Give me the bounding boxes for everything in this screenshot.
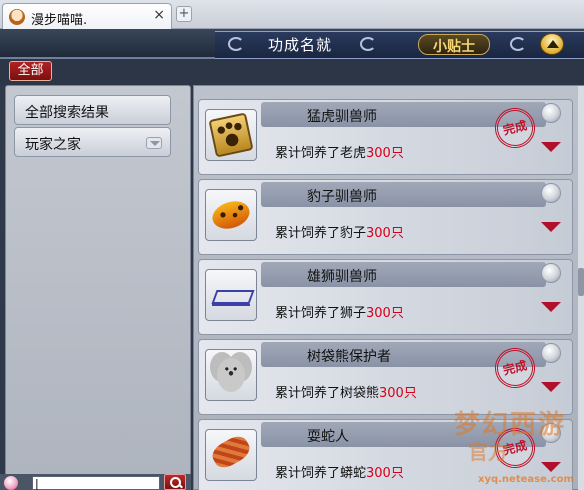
count-value: 300只 (366, 306, 404, 321)
pearl-icon[interactable] (541, 183, 561, 203)
game-header: 功成名就 小贴士 (0, 29, 584, 59)
description-text: 累计饲养了豹子 (275, 226, 367, 241)
achievement-row[interactable]: 豹子驯兽师 累计饲养了豹子300只 (198, 179, 573, 255)
new-tab-button[interactable]: + (176, 6, 192, 22)
item-icon-frame (205, 349, 257, 401)
search-input[interactable]: | (32, 476, 160, 490)
achievement-description: 累计饲养了树袋熊300只 (275, 382, 417, 401)
swirl-ornament-icon (510, 37, 526, 51)
cat-avatar-icon (9, 9, 25, 25)
expand-arrow-icon[interactable] (541, 382, 561, 392)
chevron-up-icon (547, 40, 559, 48)
count-value: 300只 (366, 226, 404, 241)
browser-tab-bar: 漫步喵喵. × + (0, 0, 584, 29)
rack-icon (212, 276, 250, 314)
achievement-title: 雄狮驯兽师 (307, 269, 377, 285)
sidebar-item-player-home[interactable]: 玩家之家 (14, 127, 171, 157)
description-text: 累计饲养了蟒蛇 (275, 466, 367, 481)
peach-orb-icon (4, 476, 18, 490)
achievement-title: 耍蛇人 (307, 429, 349, 445)
achievement-description: 累计饲养了蟒蛇300只 (275, 462, 404, 481)
description-text: 累计饲养了树袋熊 (275, 386, 380, 401)
item-icon-frame (205, 429, 257, 481)
item-icon-frame (205, 189, 257, 241)
koala-icon (217, 358, 245, 392)
page-title: 功成名就 (268, 36, 333, 54)
sidebar-item-all-results[interactable]: 全部搜索结果 (14, 95, 171, 125)
expand-arrow-icon[interactable] (541, 302, 561, 312)
item-icon-frame (205, 109, 257, 161)
swirl-ornament-icon (228, 37, 244, 51)
expand-arrow-icon[interactable] (541, 462, 561, 472)
achievement-title: 树袋熊保护者 (307, 349, 391, 365)
browser-tab[interactable]: 漫步喵喵. × (2, 3, 172, 29)
achievement-row[interactable]: 耍蛇人 累计饲养了蟒蛇300只 完成 (198, 419, 573, 490)
swirl-ornament-icon (360, 37, 376, 51)
description-text: 累计饲养了老虎 (275, 146, 367, 161)
achievement-row[interactable]: 猛虎驯兽师 累计饲养了老虎300只 完成 (198, 99, 573, 175)
count-value: 300只 (366, 466, 404, 481)
pearl-icon[interactable] (541, 343, 561, 363)
filter-bar: 全部 (0, 59, 584, 85)
sidebar: 全部搜索结果 玩家之家 (5, 85, 191, 490)
expand-arrow-icon[interactable] (541, 222, 561, 232)
tab-title: 漫步喵喵. (31, 13, 88, 28)
sidebar-item-label: 玩家之家 (25, 137, 81, 153)
description-text: 累计饲养了狮子 (275, 306, 367, 321)
achievement-row[interactable]: 雄狮驯兽师 累计饲养了狮子300只 (198, 259, 573, 335)
scrollbar-thumb[interactable] (578, 268, 584, 296)
collapse-button[interactable] (540, 33, 564, 55)
leopard-icon (208, 196, 254, 234)
pearl-icon[interactable] (541, 103, 561, 123)
pearl-icon[interactable] (541, 263, 561, 283)
achievement-title: 猛虎驯兽师 (307, 109, 377, 125)
tips-button[interactable]: 小贴士 (418, 34, 490, 55)
achievement-description: 累计饲养了老虎300只 (275, 142, 404, 161)
achievement-title: 豹子驯兽师 (307, 189, 377, 205)
item-icon-frame (205, 269, 257, 321)
all-filter-button[interactable]: 全部 (9, 61, 52, 81)
count-value: 300只 (379, 386, 417, 401)
chevron-down-icon[interactable] (146, 137, 162, 149)
achievement-row[interactable]: 树袋熊保护者 累计饲养了树袋熊300只 完成 (198, 339, 573, 415)
achievement-description: 累计饲养了豹子300只 (275, 222, 404, 241)
count-value: 300只 (366, 146, 404, 161)
sidebar-item-label: 全部搜索结果 (25, 105, 109, 121)
snake-icon (208, 432, 254, 472)
row-title-bar (261, 262, 546, 287)
achievement-description: 累计饲养了狮子300只 (275, 302, 404, 321)
expand-arrow-icon[interactable] (541, 142, 561, 152)
paw-icon (208, 112, 254, 158)
search-button[interactable] (164, 474, 186, 490)
close-icon[interactable]: × (153, 7, 165, 23)
tips-button-label: 小贴士 (433, 39, 475, 55)
pearl-icon[interactable] (541, 423, 561, 443)
row-title-bar (261, 182, 546, 207)
